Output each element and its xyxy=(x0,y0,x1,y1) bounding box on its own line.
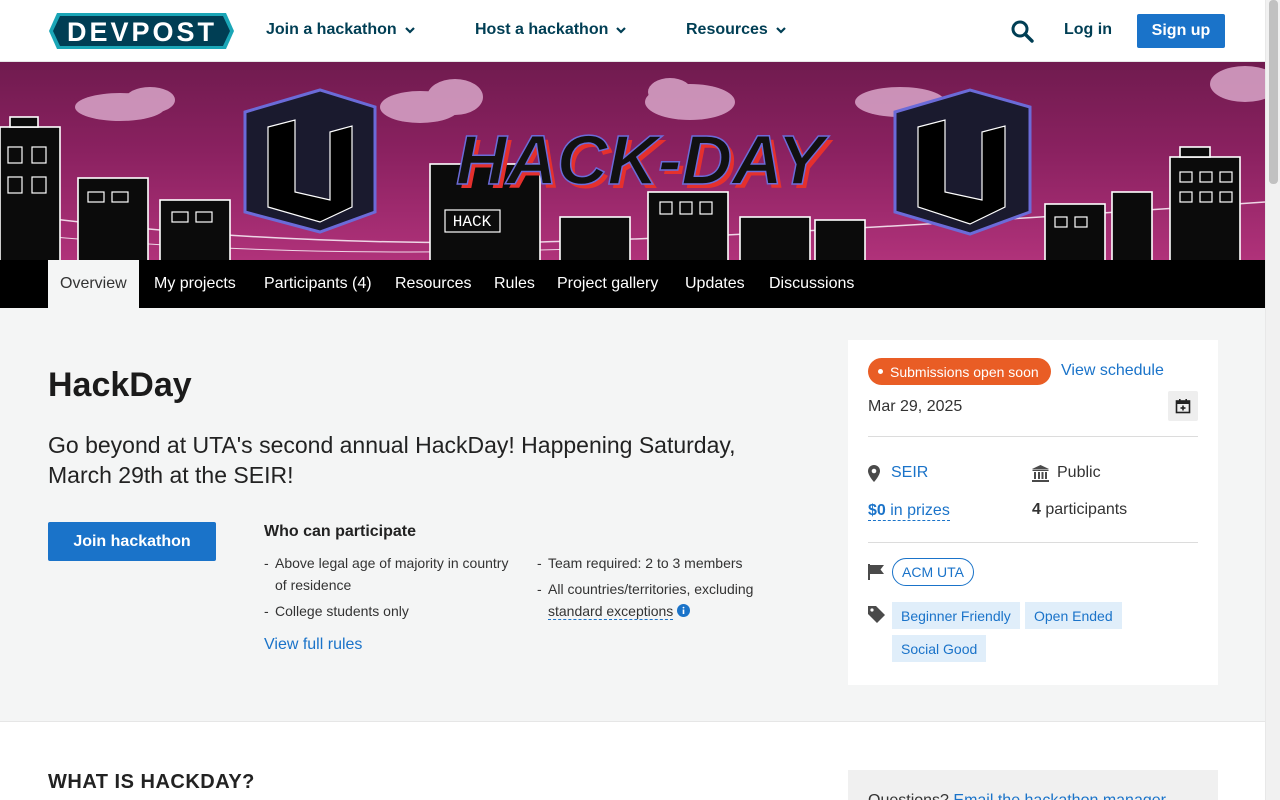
public-building-icon xyxy=(1032,465,1049,482)
prize-suffix: in prizes xyxy=(890,502,950,519)
nav-resources[interactable]: Resources xyxy=(686,21,786,39)
add-to-calendar-button[interactable] xyxy=(1168,391,1198,421)
chevron-down-icon xyxy=(616,27,627,34)
theme-tag[interactable]: Open Ended xyxy=(1025,602,1122,629)
description-section: WHAT IS HACKDAY? Questions? Email the ha… xyxy=(0,721,1265,800)
svg-text:HACK: HACK xyxy=(453,213,492,231)
location-link[interactable]: SEIR xyxy=(891,464,928,482)
nav-join-hackathon-label: Join a hackathon xyxy=(266,21,397,38)
scrollbar-thumb[interactable] xyxy=(1269,0,1278,184)
nav-join-hackathon[interactable]: Join a hackathon xyxy=(266,21,415,39)
tab-discussions[interactable]: Discussions xyxy=(757,260,866,308)
location-pin-icon xyxy=(868,465,880,482)
hackathon-date: Mar 29, 2025 xyxy=(868,398,963,415)
info-icon[interactable] xyxy=(677,604,691,617)
participant-number: 4 xyxy=(1032,501,1041,518)
eligibility-text: College students only xyxy=(275,603,409,619)
hackathon-banner: HACK HACK-DAY HACK-DAY xyxy=(0,62,1265,260)
standard-exceptions-link[interactable]: standard exceptions xyxy=(548,603,674,620)
standard-exceptions-row: standard exceptions xyxy=(537,600,777,622)
eligibility-text: All countries/territories, excluding xyxy=(548,581,754,597)
section-heading: WHAT IS HACKDAY? xyxy=(48,771,255,793)
tab-participants[interactable]: Participants (4) xyxy=(252,260,384,308)
status-label: Submissions open soon xyxy=(890,363,1039,380)
questions-box: Questions? Email the hackathon manager xyxy=(848,770,1218,800)
hackathon-info-card: Submissions open soon View schedule Mar … xyxy=(848,340,1218,685)
participants-count: 4 participants xyxy=(1032,501,1127,519)
participant-label: participants xyxy=(1045,501,1128,518)
eligibility-text: Above legal age of majority in country o… xyxy=(275,555,509,593)
host-chip[interactable]: ACM UTA xyxy=(892,558,974,586)
view-schedule-link[interactable]: View schedule xyxy=(1061,362,1164,380)
top-navbar: DEVPOST Join a hackathon Host a hackatho… xyxy=(0,0,1265,62)
tab-my-projects[interactable]: My projects xyxy=(142,260,248,308)
eligibility-text: Team required: 2 to 3 members xyxy=(548,555,743,571)
divider xyxy=(868,436,1198,437)
chevron-down-icon xyxy=(404,27,415,34)
eligibility-item: - College students only xyxy=(264,600,520,622)
flag-icon xyxy=(868,564,884,580)
tab-rules[interactable]: Rules xyxy=(482,260,547,308)
divider xyxy=(868,542,1198,543)
page-scrollbar[interactable] xyxy=(1265,0,1280,800)
status-dot-icon xyxy=(878,369,883,374)
tab-updates[interactable]: Updates xyxy=(673,260,757,308)
chevron-down-icon xyxy=(776,27,786,34)
search-icon[interactable] xyxy=(1010,19,1034,43)
theme-tag[interactable]: Beginner Friendly xyxy=(892,602,1020,629)
prizes-link[interactable]: $0 in prizes xyxy=(868,502,950,521)
status-badge: Submissions open soon xyxy=(868,358,1051,385)
nav-resources-label: Resources xyxy=(686,21,768,38)
svg-text:DEVPOST: DEVPOST xyxy=(67,17,217,47)
nav-host-hackathon[interactable]: Host a hackathon xyxy=(475,21,627,39)
email-manager-link[interactable]: Email the hackathon manager xyxy=(953,792,1166,800)
eligibility-item: - Team required: 2 to 3 members xyxy=(537,552,777,574)
hackathon-tabs: Overview My projects Participants (4) Re… xyxy=(0,260,1265,308)
svg-text:HACK-DAY: HACK-DAY xyxy=(456,121,829,199)
tab-overview[interactable]: Overview xyxy=(48,260,139,308)
devpost-logo[interactable]: DEVPOST xyxy=(49,13,234,49)
questions-text: Questions? Email the hackathon manager xyxy=(868,792,1166,800)
theme-tag[interactable]: Social Good xyxy=(892,635,987,662)
tab-resources[interactable]: Resources xyxy=(383,260,483,308)
login-link[interactable]: Log in xyxy=(1064,21,1112,39)
eligibility-item: - All countries/territories, excluding xyxy=(537,578,777,600)
visibility-label: Public xyxy=(1057,464,1101,481)
nav-host-hackathon-label: Host a hackathon xyxy=(475,21,609,38)
page-title: HackDay xyxy=(48,366,192,404)
hackathon-tagline: Go beyond at UTA's second annual HackDay… xyxy=(48,432,736,488)
view-full-rules-link[interactable]: View full rules xyxy=(264,636,362,654)
tab-project-gallery[interactable]: Project gallery xyxy=(545,260,670,308)
signup-button[interactable]: Sign up xyxy=(1137,14,1225,48)
questions-prefix: Questions? xyxy=(868,792,949,800)
calendar-plus-icon xyxy=(1175,399,1191,414)
join-hackathon-button[interactable]: Join hackathon xyxy=(48,522,216,561)
prize-amount: $0 xyxy=(868,502,886,519)
eligibility-item: - Above legal age of majority in country … xyxy=(264,552,520,596)
who-can-participate-heading: Who can participate xyxy=(264,523,417,540)
tag-icon xyxy=(868,606,885,623)
